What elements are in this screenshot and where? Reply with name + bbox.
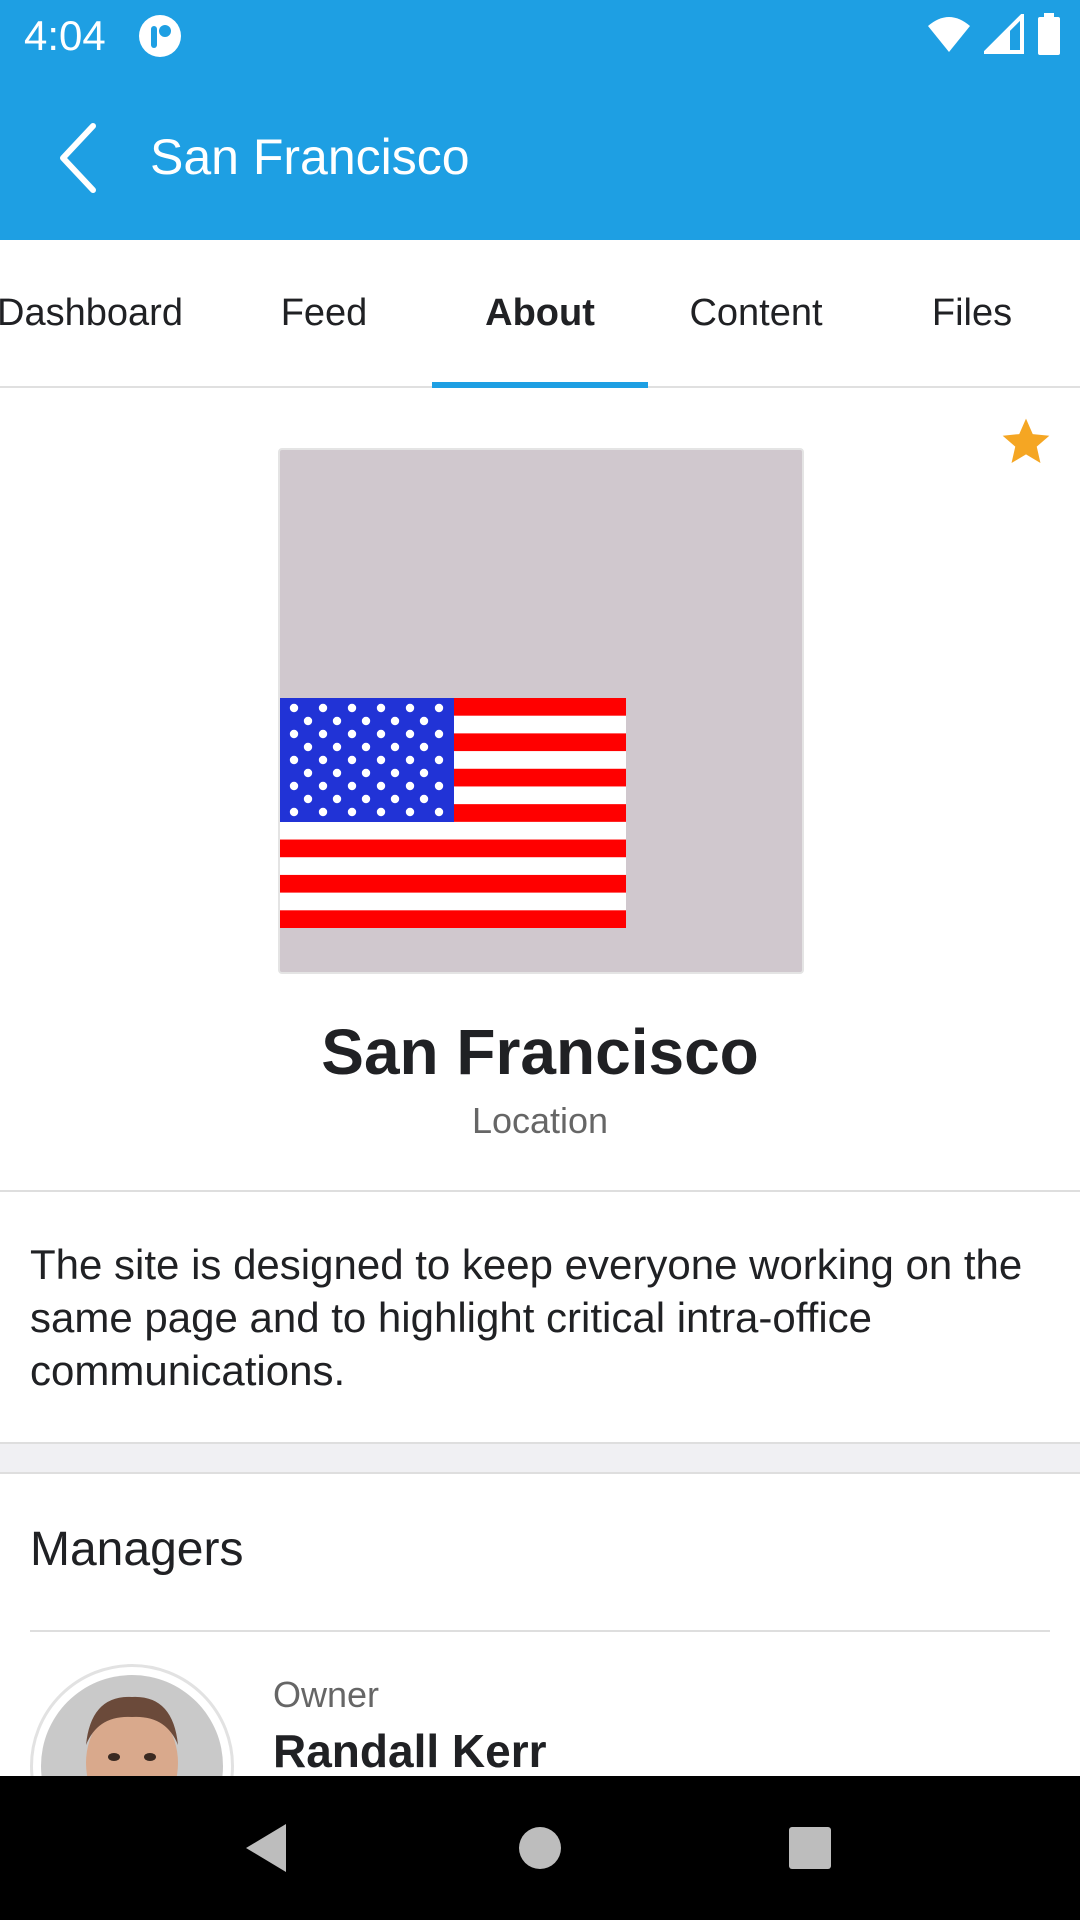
signal-icon [981,10,1024,59]
nav-home-button[interactable] [504,1812,576,1884]
site-name: San Francisco [321,1016,759,1088]
nav-back-button[interactable] [230,1812,302,1884]
tab-bar: Dashboard Feed About Content Files [0,240,1080,388]
active-tab-indicator [432,382,648,388]
site-image [278,448,804,974]
star-icon [1002,418,1050,463]
managers-heading: Managers [30,1523,244,1576]
back-button[interactable] [36,116,120,200]
divider [30,1630,1050,1632]
site-description: The site is designed to keep everyone wo… [30,1241,1023,1394]
site-type: Location [471,1100,609,1141]
us-flag-image [280,698,626,928]
app-bar-title: San Francisco [150,129,470,185]
favorite-button[interactable] [998,414,1054,470]
manager-row[interactable]: Owner Randall Kerr [0,1660,1080,1776]
tab-content[interactable]: Content [648,240,864,386]
tab-feed[interactable]: Feed [216,240,432,386]
avatar-photo [41,1675,223,1776]
system-nav-bar [0,1776,1080,1920]
avatar[interactable] [30,1664,234,1776]
chevron-left-icon [60,123,96,193]
tab-about[interactable]: About [432,240,648,386]
wifi-icon [926,14,972,59]
nav-recents-button[interactable] [774,1812,846,1884]
home-circle-icon [519,1827,561,1869]
manager-role: Owner [273,1674,380,1715]
status-icons [926,10,1062,60]
status-time: 4:04 [24,12,106,59]
recents-square-icon [789,1827,831,1869]
divider [0,1190,1080,1192]
battery-icon [1036,12,1062,60]
back-triangle-icon [246,1824,286,1872]
tab-files[interactable]: Files [864,240,1080,386]
tab-dashboard[interactable]: Dashboard [0,240,210,386]
app-notification-icon [138,14,182,58]
manager-name: Randall Kerr [273,1725,547,1776]
status-bar: 4:04 [0,0,1080,72]
section-separator [0,1442,1080,1474]
app-bar: San Francisco [0,72,1080,240]
